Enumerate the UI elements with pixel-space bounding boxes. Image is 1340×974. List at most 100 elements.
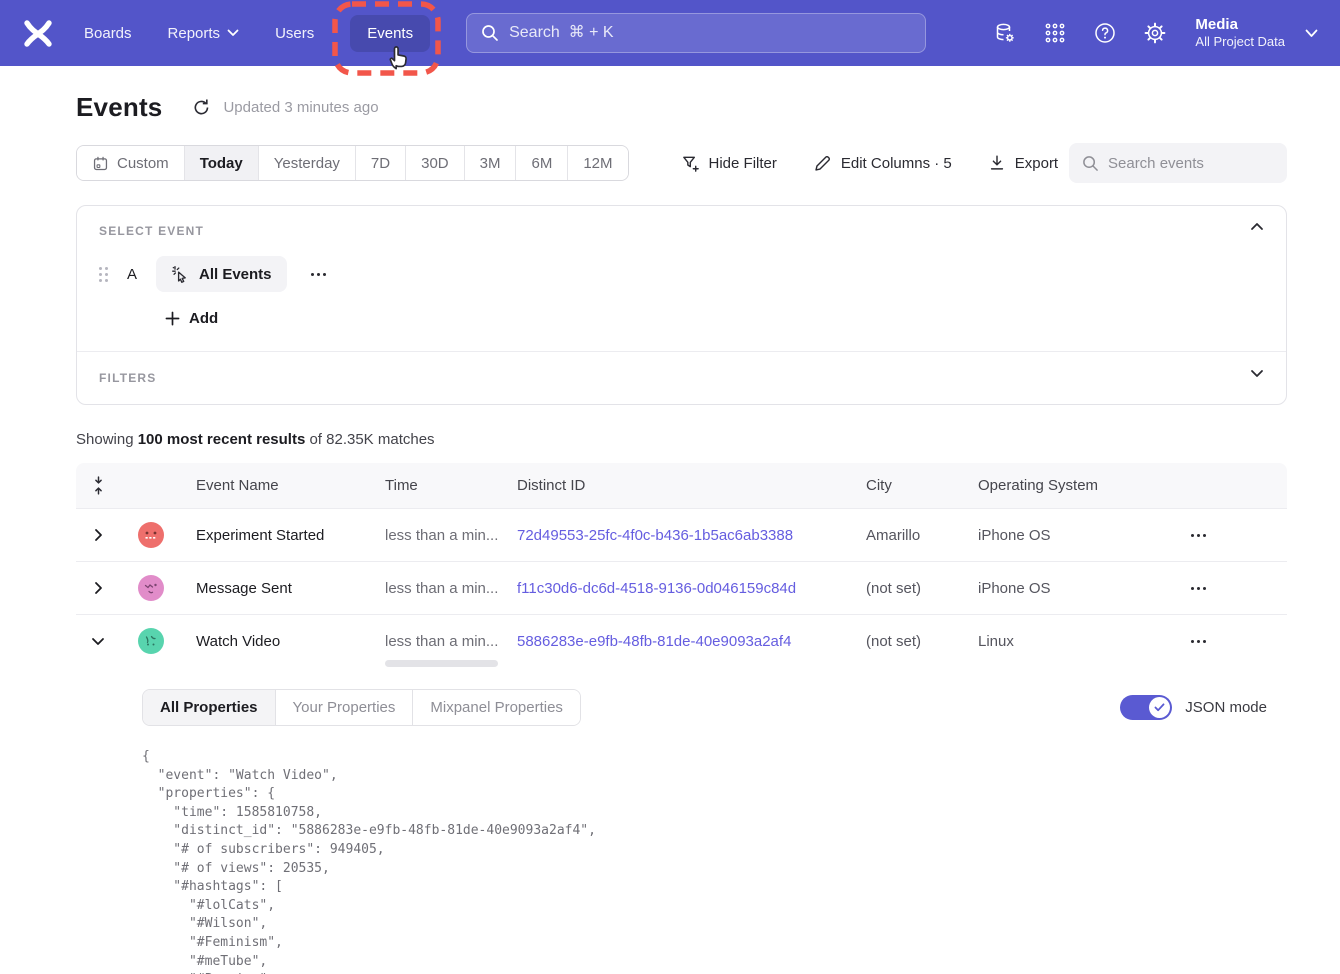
avatar — [138, 522, 164, 548]
table-row[interactable]: Experiment Started less than a min... 72… — [76, 508, 1287, 561]
event-os: iPhone OS — [978, 527, 1158, 544]
calendar-icon — [92, 155, 109, 172]
hide-filter-button[interactable]: Hide Filter — [681, 154, 777, 173]
date-option-30d[interactable]: 30D — [405, 146, 464, 180]
date-option-7d[interactable]: 7D — [355, 146, 405, 180]
event-os: iPhone OS — [978, 580, 1158, 597]
table-row[interactable]: Message Sent less than a min... f11c30d6… — [76, 561, 1287, 614]
column-header-city[interactable]: City — [866, 477, 978, 494]
event-more-button[interactable] — [305, 267, 332, 282]
tab-all-properties[interactable]: All Properties — [143, 690, 275, 725]
data-management-icon — [993, 21, 1017, 45]
drag-handle-icon[interactable] — [99, 267, 108, 282]
edit-columns-button[interactable]: Edit Columns · 5 — [813, 154, 952, 173]
json-mode-label: JSON mode — [1185, 699, 1267, 716]
column-header-time[interactable]: Time — [385, 477, 517, 494]
expand-row-button[interactable] — [76, 528, 120, 542]
row-actions-button[interactable] — [1185, 528, 1287, 543]
check-icon — [1154, 703, 1165, 712]
global-search[interactable] — [466, 13, 926, 53]
column-header-os[interactable]: Operating System — [978, 477, 1158, 494]
data-management-button[interactable] — [987, 15, 1023, 51]
horizontal-scrollbar-thumb[interactable] — [385, 660, 498, 667]
date-option-12m[interactable]: 12M — [567, 146, 627, 180]
event-name: Message Sent — [196, 580, 385, 597]
chevron-down-icon[interactable] — [1305, 29, 1318, 38]
column-header-event-name[interactable]: Event Name — [196, 477, 385, 494]
properties-tabs: All Properties Your Properties Mixpanel … — [142, 689, 581, 726]
chevron-up-icon[interactable] — [1250, 222, 1264, 231]
add-label: Add — [189, 310, 218, 327]
search-events-field[interactable] — [1069, 143, 1287, 183]
settings-icon — [1143, 21, 1167, 45]
add-event-button[interactable]: Add — [165, 310, 218, 327]
event-city: Amarillo — [866, 527, 978, 544]
table-header-row: Event Name Time Distinct ID City Operati… — [76, 463, 1287, 508]
distinct-id-link[interactable]: 72d49553-25fc-4f0c-b436-1b5ac6ab3388 — [517, 527, 793, 544]
date-option-custom[interactable]: Custom — [77, 146, 184, 180]
expand-row-button[interactable] — [76, 581, 120, 595]
nav-item-boards[interactable]: Boards — [84, 25, 132, 42]
date-option-yesterday[interactable]: Yesterday — [258, 146, 355, 180]
magic-select-icon — [171, 265, 190, 284]
search-events-input[interactable] — [1108, 155, 1274, 172]
event-selector-chip[interactable]: All Events — [156, 256, 287, 292]
date-option-3m[interactable]: 3M — [464, 146, 516, 180]
mixpanel-logo-icon[interactable] — [22, 17, 54, 49]
nav-item-events[interactable]: Events — [350, 15, 430, 52]
pencil-icon — [813, 154, 832, 173]
event-time: less than a min... — [385, 633, 517, 650]
date-option-6m[interactable]: 6M — [515, 146, 567, 180]
json-mode-control: JSON mode — [1120, 695, 1267, 720]
json-mode-toggle[interactable] — [1120, 695, 1172, 720]
nav-right: Media All Project Data — [987, 15, 1318, 51]
export-button[interactable]: Export — [988, 154, 1058, 172]
nav-item-reports-label: Reports — [168, 25, 221, 42]
row-actions-button[interactable] — [1185, 581, 1287, 596]
event-chip-label: All Events — [199, 266, 272, 283]
project-selector[interactable]: Media All Project Data — [1195, 16, 1285, 51]
date-option-label: Custom — [117, 155, 169, 172]
event-city: (not set) — [866, 633, 978, 650]
nav-items: Boards Reports Users Events — [84, 15, 430, 52]
page-title: Events — [76, 92, 162, 123]
global-search-input[interactable] — [509, 24, 911, 42]
help-icon — [1093, 21, 1117, 45]
nav-item-reports[interactable]: Reports — [168, 25, 240, 42]
summary-prefix: Showing — [76, 431, 138, 448]
distinct-id-link[interactable]: f11c30d6-dc6d-4518-9136-0d046159c84d — [517, 580, 796, 597]
event-time: less than a min... — [385, 527, 517, 544]
table-row-expanded[interactable]: Watch Video less than a min... 5886283e-… — [76, 614, 1287, 667]
help-button[interactable] — [1087, 15, 1123, 51]
updated-timestamp: Updated 3 minutes ago — [223, 99, 378, 116]
step-letter: A — [126, 266, 138, 283]
chevron-down-icon[interactable] — [1250, 369, 1264, 378]
results-summary: Showing 100 most recent results of 82.35… — [76, 431, 1287, 448]
settings-button[interactable] — [1137, 15, 1173, 51]
distinct-id-link[interactable]: 5886283e-e9fb-48fb-81de-40e9093a2af4 — [517, 633, 791, 650]
chevron-down-icon — [227, 29, 239, 37]
collapse-row-button[interactable] — [76, 637, 120, 646]
hide-filter-label: Hide Filter — [709, 155, 777, 172]
event-time: less than a min... — [385, 580, 517, 597]
refresh-icon[interactable] — [192, 98, 211, 117]
event-row: A All Events — [99, 256, 1264, 292]
filters-label: FILTERS — [99, 371, 157, 385]
project-name: Media — [1195, 16, 1285, 35]
select-event-label: SELECT EVENT — [99, 224, 1264, 238]
select-event-section: SELECT EVENT A All Events — [77, 206, 1286, 351]
page-header: Events Updated 3 minutes ago — [76, 92, 1287, 123]
collapse-all-rows-button[interactable] — [76, 475, 120, 496]
date-option-today[interactable]: Today — [184, 146, 258, 180]
tab-your-properties[interactable]: Your Properties — [275, 690, 413, 725]
filters-section[interactable]: FILTERS — [77, 352, 1286, 404]
column-header-distinct-id[interactable]: Distinct ID — [517, 477, 866, 494]
tab-mixpanel-properties[interactable]: Mixpanel Properties — [412, 690, 580, 725]
nav-item-users[interactable]: Users — [275, 25, 314, 42]
table-toolbar: Hide Filter Edit Columns · 5 Export — [681, 154, 1059, 173]
row-actions-button[interactable] — [1185, 634, 1287, 649]
unfold-rows-icon — [92, 475, 105, 496]
toggle-knob — [1149, 697, 1170, 718]
chevron-down-icon — [91, 637, 105, 646]
apps-grid-button[interactable] — [1037, 15, 1073, 51]
